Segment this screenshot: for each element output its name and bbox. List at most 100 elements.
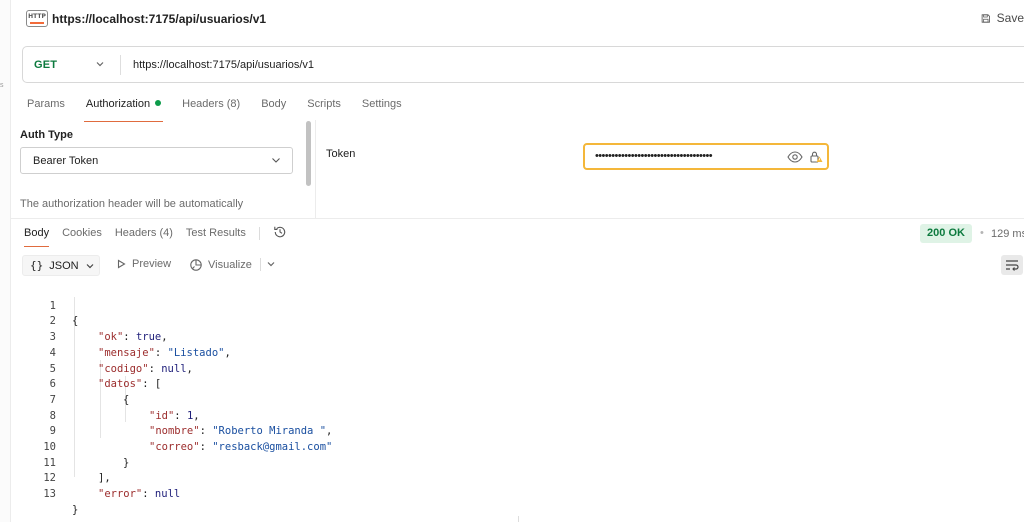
visualize-button[interactable]: Visualize xyxy=(189,258,252,272)
chevron-down-icon[interactable] xyxy=(266,258,276,272)
json-punct: : xyxy=(199,425,213,438)
json-key: "error" xyxy=(98,488,143,501)
preview-label: Preview xyxy=(132,258,172,270)
json-value: null xyxy=(154,488,181,501)
code-line: 12 "error": null xyxy=(0,456,180,500)
line-number: 9 xyxy=(49,425,56,438)
json-value: "resback@gmail.com" xyxy=(212,441,333,453)
divider xyxy=(258,226,260,240)
json-punct: , xyxy=(161,331,168,344)
code-line: 1 { xyxy=(0,283,79,328)
line-number: 11 xyxy=(43,456,56,469)
request-title-bar: HTTP https://localhost:7175/api/usuarios… xyxy=(11,0,1024,38)
resize-handle[interactable] xyxy=(518,516,519,522)
auth-type-select[interactable]: Bearer Token xyxy=(20,147,293,174)
wrap-lines-button[interactable] xyxy=(1001,255,1023,275)
line-number: 10 xyxy=(43,441,56,453)
json-punct: : xyxy=(123,331,136,344)
save-icon xyxy=(981,13,990,23)
auth-type-value: Bearer Token xyxy=(33,155,99,167)
http-request-icon: HTTP xyxy=(26,10,48,27)
format-label: JSON xyxy=(49,259,79,272)
json-punct: : xyxy=(142,378,155,391)
auth-type-panel: Auth Type Bearer Token The authorization… xyxy=(20,129,295,210)
request-title[interactable]: https://localhost:7175/api/usuarios/v1 xyxy=(52,12,266,26)
play-icon xyxy=(117,259,126,269)
url-bar: GET https://localhost:7175/api/usuarios/… xyxy=(22,46,1024,83)
separator-dot: • xyxy=(980,227,984,239)
json-key: "codigo" xyxy=(98,362,149,375)
tab-authorization-label: Authorization xyxy=(85,98,151,110)
token-value: •••••••••••••••••••••••••••••••••••• xyxy=(595,150,713,162)
line-number: 13 xyxy=(43,488,56,501)
save-button[interactable]: Save xyxy=(981,11,1024,25)
lock-warning-icon[interactable] xyxy=(809,150,823,167)
code-line: 3 "mensaje": "Listado", xyxy=(0,314,231,359)
json-punct: , xyxy=(326,425,333,438)
tab-test-results[interactable]: Test Results xyxy=(186,227,246,247)
request-tabs: Params Authorization Headers (8) Body Sc… xyxy=(27,98,402,122)
token-input[interactable]: •••••••••••••••••••••••••••••••••••• xyxy=(583,143,829,170)
json-value: "Listado" xyxy=(167,346,225,359)
json-punct: : xyxy=(148,362,162,375)
token-label: Token xyxy=(326,148,356,160)
json-key: "nombre" xyxy=(149,425,200,438)
code-line: 9 "correo": "resback@gmail.com" xyxy=(0,409,333,453)
line-number: 8 xyxy=(49,409,56,422)
json-punct: [ xyxy=(154,378,162,391)
json-value: true xyxy=(135,331,162,344)
status-badge[interactable]: 200 OK xyxy=(920,224,972,243)
visualize-icon xyxy=(190,259,202,271)
tab-settings[interactable]: Settings xyxy=(362,98,402,122)
line-number: 4 xyxy=(49,346,56,359)
line-number: 7 xyxy=(49,393,56,406)
divider xyxy=(120,55,121,75)
line-number: 2 xyxy=(49,315,56,328)
code-line: 13 } xyxy=(0,471,78,516)
code-line: 2 "ok": true, xyxy=(0,299,168,343)
line-number: 12 xyxy=(43,472,56,485)
line-number: 5 xyxy=(49,362,56,375)
code-line: 7 "id": 1, xyxy=(0,377,200,422)
response-time[interactable]: 129 ms xyxy=(991,228,1024,240)
json-punct: } xyxy=(123,456,130,469)
tab-response-body[interactable]: Body xyxy=(24,227,50,247)
tab-cookies[interactable]: Cookies xyxy=(62,227,102,247)
wrap-lines-icon xyxy=(1006,260,1019,271)
code-line: 10 } xyxy=(0,424,129,469)
tab-headers[interactable]: Headers (8) xyxy=(182,98,240,122)
json-punct: , xyxy=(186,362,193,375)
url-input[interactable]: https://localhost:7175/api/usuarios/v1 xyxy=(133,59,314,71)
auth-description: The authorization header will be automat… xyxy=(20,198,244,210)
eye-icon[interactable] xyxy=(787,151,803,166)
history-icon[interactable] xyxy=(273,225,287,242)
json-value: "Roberto Miranda " xyxy=(212,425,327,438)
code-line: 11 ], xyxy=(0,440,110,485)
json-punct: : xyxy=(174,409,187,422)
tab-params[interactable]: Params xyxy=(27,98,65,122)
json-key: "id" xyxy=(149,409,175,422)
request-response-divider[interactable] xyxy=(11,218,1024,219)
line-number: 3 xyxy=(49,331,56,344)
auth-type-label: Auth Type xyxy=(20,129,73,141)
preview-button[interactable]: Preview xyxy=(116,258,171,270)
json-punct: : xyxy=(154,346,168,359)
json-punct: { xyxy=(72,315,79,328)
format-select[interactable]: {} JSON xyxy=(22,255,100,276)
tab-scripts[interactable]: Scripts xyxy=(307,98,341,122)
tab-response-headers[interactable]: Headers (4) xyxy=(115,227,173,247)
json-key: "correo" xyxy=(149,441,200,453)
visualize-label: Visualize xyxy=(208,259,252,271)
tab-authorization[interactable]: Authorization xyxy=(83,98,164,122)
response-tabs: Body Cookies Headers (4) Test Results xyxy=(24,225,287,247)
chevron-down-icon[interactable] xyxy=(95,58,105,72)
panel-divider xyxy=(315,120,316,218)
json-key: "ok" xyxy=(98,331,124,344)
divider xyxy=(260,258,261,271)
json-punct: ], xyxy=(98,472,111,485)
scrollbar[interactable] xyxy=(306,121,311,186)
tab-body[interactable]: Body xyxy=(261,98,286,122)
method-select[interactable]: GET xyxy=(34,59,57,71)
code-line: 4 "codigo": null, xyxy=(0,330,193,375)
braces-icon: {} xyxy=(30,259,44,272)
